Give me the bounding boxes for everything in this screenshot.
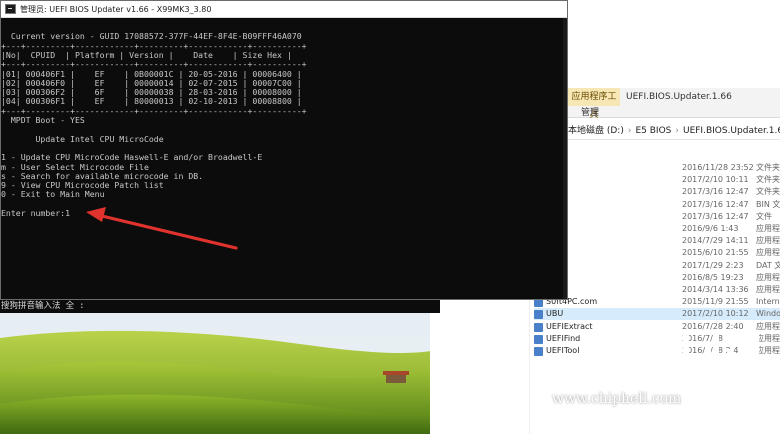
file-type: 文件 xyxy=(756,211,772,221)
file-row[interactable]: S0ft4PC.com2015/11/9 21:55Interne xyxy=(534,296,780,308)
file-row[interactable]: at2017/1/29 2:23DAT 文 xyxy=(534,260,780,272)
console-title: 管理员: UEFI BIOS Updater v1.66 - X99MK3_3.… xyxy=(20,5,212,14)
file-row[interactable]: ol2014/3/14 13:36应用程 xyxy=(534,284,780,296)
file-icon xyxy=(534,322,543,332)
file-row[interactable]: 2016/9/6 1:43 应用程 xyxy=(534,223,780,235)
console-app-icon[interactable] xyxy=(5,4,16,14)
console-output[interactable]: Current version - GUID 17088572-377F-44E… xyxy=(1,18,567,299)
file-date: 2016/8/5 19:23 xyxy=(682,272,744,282)
file-type: 应用程 xyxy=(756,236,780,246)
file-name: UEFIExtract xyxy=(546,321,593,331)
chevron-right-icon: › xyxy=(675,126,679,136)
breadcrumb-current-folder[interactable]: UEFI.BIOS.Updater.1.66 xyxy=(683,126,780,136)
file-row[interactable]: 2015/6/10 21:55 应用程 xyxy=(534,247,780,259)
file-date: 2017/2/10 10:11 xyxy=(682,175,749,185)
file-icon xyxy=(534,310,543,320)
file-date: 2014/7/29 14:11 xyxy=(682,236,749,246)
file-date: 2015/11/9 21:55 xyxy=(682,297,749,307)
console-scrollbar[interactable] xyxy=(563,18,567,299)
file-type: 应用程 xyxy=(756,248,780,258)
file-type: 应用程 xyxy=(756,224,780,233)
file-type: DAT 文 xyxy=(756,260,780,270)
file-date: 2015/6/10 21:55 xyxy=(682,248,749,258)
ribbon-tab-app-tools[interactable]: 应用程序工具 xyxy=(568,88,620,120)
file-icon xyxy=(534,347,543,356)
ribbon-tab-manage[interactable]: 管理 xyxy=(568,106,612,120)
chiphell-logo-icon xyxy=(683,335,769,401)
file-type: Windo xyxy=(756,309,780,319)
address-bar[interactable]: 本地磁盘 (D:) › E5 BIOS › UEFI.BIOS.Updater.1.66 xyxy=(568,122,780,140)
console-line: MPDT Boot - YES xyxy=(1,115,85,125)
console-window[interactable]: 管理员: UEFI BIOS Updater v1.66 - X99MK3_3.… xyxy=(0,0,568,300)
file-type: 文件夹 xyxy=(756,187,780,197)
watermark-url: www.chiphell.com xyxy=(552,391,682,407)
file-row[interactable]: UBU 2017/2/10 10:12 Windo xyxy=(534,308,780,321)
file-icon xyxy=(534,334,543,344)
file-row[interactable]: eInfo2016/8/5 19:23应用程 xyxy=(534,272,780,284)
file-name: UBU xyxy=(546,309,564,319)
file-row[interactable]: es2017/2/10 10:11文件夹 xyxy=(534,174,780,186)
chevron-right-icon: › xyxy=(627,126,632,136)
explorer-window-title: UEFI.BIOS.Updater.1.66 xyxy=(626,92,732,102)
console-titlebar[interactable]: 管理员: UEFI BIOS Updater v1.66 - X99MK3_3.… xyxy=(1,1,567,18)
file-date: 2016/11/28 23:52 xyxy=(682,163,754,172)
console-line: Enter number:1 xyxy=(1,208,71,218)
file-date: 2017/3/16 12:47 xyxy=(682,187,749,197)
file-type: Interne xyxy=(756,297,780,307)
file-row[interactable]: 2014/7/29 14:11 应用程 xyxy=(534,235,780,247)
file-date: 2016/9/6 1:43 xyxy=(682,224,739,233)
file-type: 文件夹 xyxy=(756,163,780,172)
file-type: 应用程 xyxy=(756,285,780,294)
file-date: 2014/3/14 13:36 xyxy=(682,285,749,294)
breadcrumb-drive-d[interactable]: 本地磁盘 (D:) xyxy=(568,126,624,136)
ime-status-bar: 搜狗拼音输入法 全 : xyxy=(0,300,440,313)
file-date: 2017/1/29 2:23 xyxy=(682,260,744,270)
console-line: 0 - Exit to Main Menu xyxy=(1,189,105,200)
file-type: BIN 文 xyxy=(756,199,780,209)
file-name: UEFITool xyxy=(546,346,580,355)
file-row[interactable]: n2017/3/16 12:47BIN 文 xyxy=(534,199,780,211)
file-date: 2017/3/16 12:47 xyxy=(682,199,749,209)
file-row[interactable]: re2017/3/16 12:47文件 xyxy=(534,211,780,223)
file-date: 2017/2/10 10:12 xyxy=(682,309,749,319)
breadcrumb-e5-bios[interactable]: E5 BIOS xyxy=(635,126,671,136)
file-row[interactable]: 2016/11/28 23:52 文件夹 xyxy=(534,162,780,174)
file-name: UEFIFind xyxy=(546,333,581,343)
file-type: 应用程 xyxy=(756,272,780,282)
ime-status-text: 搜狗拼音输入法 全 : xyxy=(1,301,85,311)
console-line: Update Intel CPU MicroCode xyxy=(1,133,164,144)
file-date: 2017/3/16 12:47 xyxy=(682,211,749,221)
file-row[interactable]: 2017/3/16 12:47 文件夹 xyxy=(534,186,780,198)
file-type: 文件夹 xyxy=(756,175,780,185)
